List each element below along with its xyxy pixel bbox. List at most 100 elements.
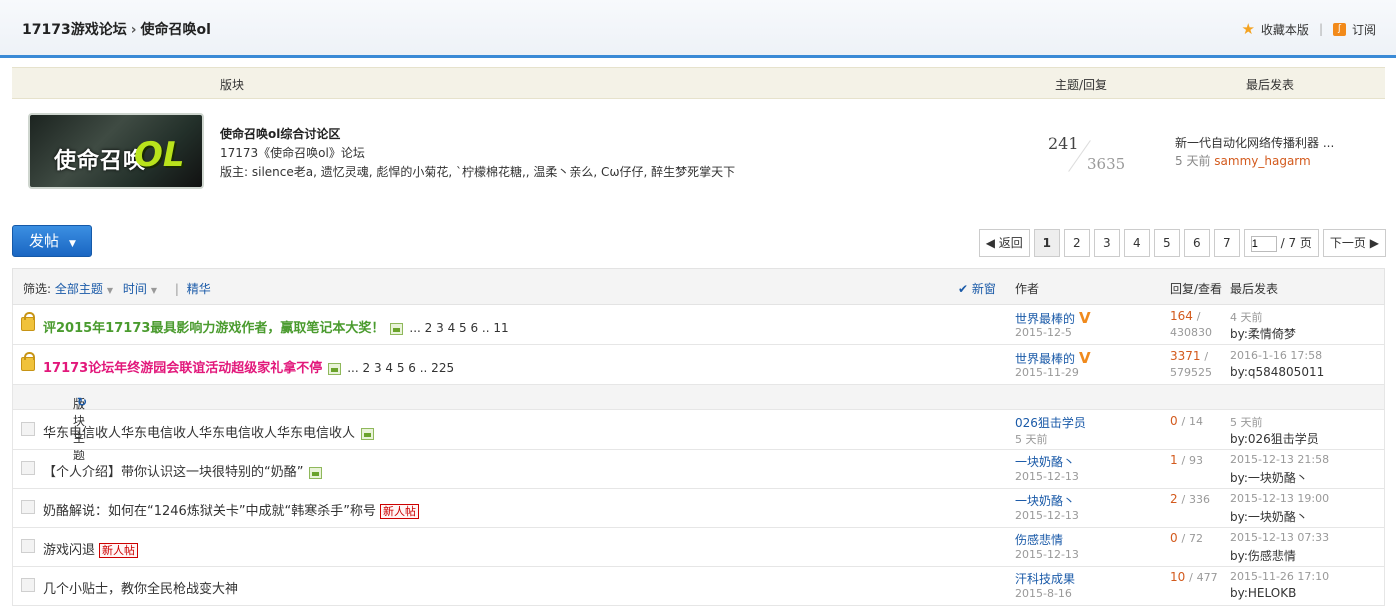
table-row: 华东电信收人华东电信收人华东电信收人华东电信收人 026狙击学员 5 天前 0 … [12,410,1385,450]
pager-page[interactable]: 2 [1063,229,1090,257]
thread-title[interactable]: 【个人介绍】带你认识这一块很特别的“奶酪” [43,465,303,480]
pager-back[interactable]: ◀ 返回 [978,229,1030,257]
forum-header: 版块 主题/回复 最后发表 [12,67,1385,99]
reply-count: 1 / 93 [1170,453,1203,467]
favorite-link[interactable]: 收藏本版 [1261,21,1309,38]
pager-page[interactable]: 4 [1123,229,1150,257]
reply-count: 3635 [1087,155,1126,173]
thread-title-wrap: 游戏闪退 新人帖 [43,539,139,558]
last-time: 5 天前 [1230,416,1263,429]
thread-pages[interactable]: ... 2 3 4 5 6 .. 225 [347,361,454,375]
pager-page[interactable]: 7 [1213,229,1240,257]
thread-title[interactable]: 奶酪解说：如何在“1246炼狱关卡”中成就“韩寒杀手”称号 [43,504,376,519]
pager-page[interactable]: 3 [1093,229,1120,257]
last-by[interactable]: by:HELOKB [1230,586,1296,600]
page-total: / 7 页 [1280,236,1312,250]
reply-count: 0 / 14 [1170,414,1203,428]
pager-next[interactable]: 下一页 ▶ [1322,229,1386,257]
section-header: 版块主题 ↻ [12,385,1385,462]
reply-count: 3371 / [1170,349,1208,363]
col-author: 作者 [1015,282,1040,296]
last-by[interactable]: by:q584805011 [1230,365,1324,379]
chevron-down-icon: ▼ [150,286,158,295]
page-jump-input[interactable] [1250,235,1277,252]
thread-title[interactable]: 评2015年17173最具影响力游戏作者，赢取笔记本大奖！ [43,321,384,336]
rss-icon: ʃ [1332,22,1346,36]
top-actions: ★ 收藏本版 | ʃ 订阅 [1241,20,1376,38]
pager-page[interactable]: 5 [1153,229,1180,257]
refresh-icon[interactable]: ↻ [77,395,87,409]
pager-page[interactable]: 6 [1183,229,1210,257]
slash: / [1181,454,1186,467]
lock-icon [21,352,35,371]
last-post-title[interactable]: 新一代自动化网络传播利器 ... [1175,134,1334,151]
reply-count: 10 / 477 [1170,570,1218,584]
document-icon [21,539,35,553]
reply-count: 2 / 336 [1170,492,1210,506]
image-icon [328,362,342,375]
lock-icon [21,312,35,331]
author: 世界最棒的 V [1015,349,1091,367]
thread-title-wrap: 奶酪解说：如何在“1246炼狱关卡”中成就“韩寒杀手”称号 新人帖 [43,500,420,519]
checkmark-icon: ✔ [958,282,969,296]
col-board: 版块 [220,78,245,92]
last-by[interactable]: by:一块奶酪丶 [1230,508,1308,525]
pager-next-label: 下一页 [1329,236,1366,250]
slash: / [1181,415,1186,428]
author-link[interactable]: 世界最棒的 [1015,312,1075,326]
forum-description: 17173《使命召唤ol》论坛 [220,146,365,160]
new-window-toggle[interactable]: ✔ 新窗 [958,280,996,297]
author-link[interactable]: 汗科技成果 [1015,570,1075,587]
forum-name[interactable]: 使命召唤ol综合讨论区 [220,125,340,142]
last-by[interactable]: by:柔情倚梦 [1230,325,1296,342]
slash: / [1204,350,1209,363]
views: 14 [1189,415,1204,428]
thread-title[interactable]: 17173论坛年终游园会联谊活动超级家礼拿不停 [43,361,322,376]
pager-page[interactable]: 1 [1033,229,1060,257]
col-reply-view: 回复/查看 [1170,282,1223,296]
author-link[interactable]: 世界最棒的 [1015,352,1075,366]
thread-title[interactable]: 游戏闪退 [43,543,95,558]
last-post-user[interactable]: sammy_hagarm [1214,154,1310,168]
reply-count: 0 / 72 [1170,531,1203,545]
pagination: ◀ 返回 1 2 3 4 5 6 7 / 7 页 下一页 ▶ [978,229,1386,257]
author-link[interactable]: 一块奶酪丶 [1015,492,1075,509]
thread-title[interactable]: 华东电信收人华东电信收人华东电信收人华东电信收人 [43,426,355,441]
last-time: 2015-11-26 17:10 [1230,570,1330,583]
view-count: 430830 [1170,326,1212,339]
filter-time[interactable]: 时间 [123,282,147,296]
breadcrumb: 17173游戏论坛 › 使命召唤ol [22,19,211,39]
last-by[interactable]: by:一块奶酪丶 [1230,469,1308,486]
author-link[interactable]: 026狙击学员 [1015,414,1086,431]
last-post-time: 5 天前 [1175,154,1211,168]
breadcrumb-home[interactable]: 17173游戏论坛 [22,22,127,38]
last-by[interactable]: by:伤感悲情 [1230,547,1296,564]
post-date: 5 天前 [1015,433,1048,446]
forum-moderators: 版主: silence老a, 遗忆灵魂, 彪悍的小菊花, `柠檬棉花糖,, 温柔… [220,165,736,179]
filter-label: 筛选: [23,282,52,296]
subscribe-link[interactable]: 订阅 [1352,21,1376,38]
top-bar: 17173游戏论坛 › 使命召唤ol ★ 收藏本版 | ʃ 订阅 [0,0,1396,58]
new-window-label: 新窗 [971,282,996,296]
last-time: 2015-12-13 19:00 [1230,492,1330,505]
author-link[interactable]: 一块奶酪丶 [1015,453,1075,470]
last-by[interactable]: by:026狙击学员 [1230,430,1319,447]
last-post-meta: 5 天前 sammy_hagarm [1175,152,1311,169]
breadcrumb-current[interactable]: 使命召唤ol [141,22,211,38]
forum-row: 使命召唤 OL 使命召唤ol综合讨论区 17173《使命召唤ol》论坛 版主: … [12,99,1385,204]
new-post-label: 发帖 [29,232,60,250]
author-link[interactable]: 伤感悲情 [1015,531,1063,548]
filter-all[interactable]: 全部主题 [55,282,103,296]
vip-icon: V [1079,349,1091,367]
post-date: 2015-8-16 [1015,587,1072,600]
forum-logo[interactable]: 使命召唤 OL [28,113,204,189]
new-post-button[interactable]: 发帖 ▼ [12,225,92,257]
chevron-down-icon: ▼ [106,286,114,295]
thread-title[interactable]: 几个小贴士，教你全民枪战变大神 [43,582,238,597]
table-row: 奶酪解说：如何在“1246炼狱关卡”中成就“韩寒杀手”称号 新人帖 一块奶酪丶 2… [12,488,1385,528]
thread-pages[interactable]: ... 2 3 4 5 6 .. 11 [409,321,508,335]
thread-title-wrap: 【个人介绍】带你认识这一块很特别的“奶酪” [43,461,323,480]
filter-digest[interactable]: 精华 [187,282,211,296]
author: 世界最棒的 V [1015,309,1091,327]
table-row: 【个人介绍】带你认识这一块很特别的“奶酪” 一块奶酪丶 2015-12-13 1… [12,449,1385,489]
